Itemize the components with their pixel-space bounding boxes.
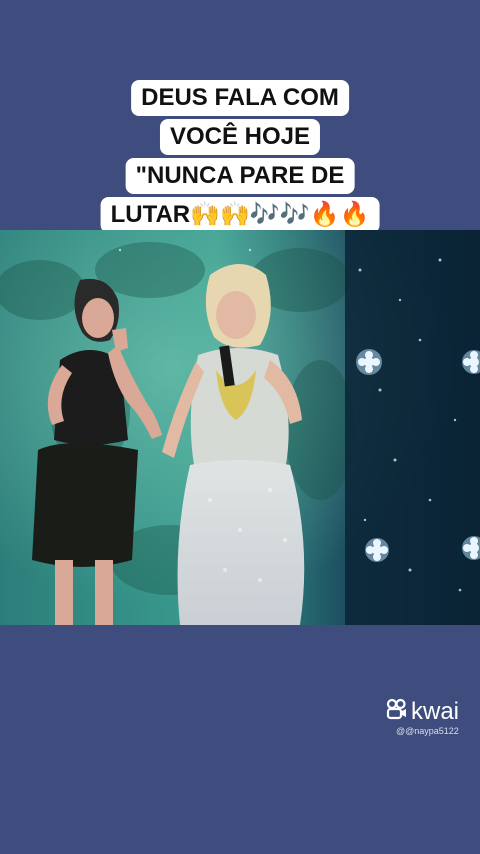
kwai-brand-text: kwai: [411, 697, 460, 725]
video-frame[interactable]: [0, 230, 480, 625]
caption-line-3: "NUNCA PARE DE: [125, 158, 355, 194]
kwai-watermark: kwai: [386, 698, 459, 725]
kwai-username: @@naypa5122: [396, 726, 459, 736]
caption-line-2: VOCÊ HOJE: [159, 119, 321, 155]
caption-line-1: DEUS FALA COM: [131, 80, 349, 116]
kwai-camera-icon: [386, 698, 408, 725]
caption-line-4: LUTAR🙌🙌🎶🎶🔥🔥: [100, 197, 380, 233]
stage-performance-image: [0, 230, 480, 625]
